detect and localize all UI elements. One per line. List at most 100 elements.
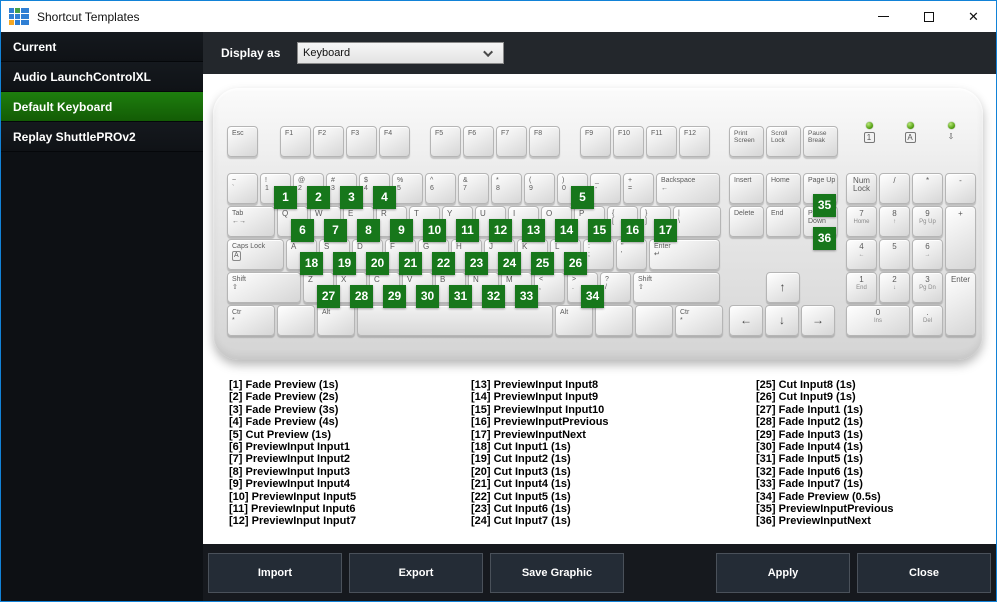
key-v[interactable]: V 30 xyxy=(402,272,439,308)
key-f9[interactable]: F9 xyxy=(580,126,611,157)
key-r[interactable]: R9 xyxy=(376,206,413,242)
key-esc[interactable]: Esc xyxy=(227,126,258,157)
key-c[interactable]: C 29 xyxy=(369,272,406,308)
key-insert[interactable]: Insert xyxy=(729,173,764,204)
key-s[interactable]: S 19 xyxy=(319,239,356,275)
key-5[interactable]: 5 xyxy=(879,239,910,270)
key-u[interactable]: U 12 xyxy=(475,206,512,242)
key-f1[interactable]: F1 xyxy=(280,126,311,157)
key-z[interactable]: Z 27 xyxy=(303,272,340,308)
key-tab[interactable]: Tab ←→ xyxy=(227,206,275,237)
export-button[interactable]: Export xyxy=(349,552,483,593)
key-blank[interactable]: ? / xyxy=(600,272,631,303)
key-6[interactable]: 6 → xyxy=(912,239,943,270)
key-blank[interactable] xyxy=(635,305,673,336)
key-k[interactable]: K 25 xyxy=(517,239,554,275)
minimize-button[interactable] xyxy=(861,1,906,32)
key-a[interactable]: A 18 xyxy=(286,239,323,275)
key-blank[interactable]: " ' xyxy=(616,239,647,270)
key-blank[interactable]: + = xyxy=(623,173,654,204)
key-f6[interactable]: F6 xyxy=(463,126,494,157)
key-blank[interactable]: :; xyxy=(583,239,614,270)
key-2[interactable]: 2 ↓ xyxy=(879,272,910,303)
key-y[interactable]: Y 11 xyxy=(442,206,479,242)
key-blank[interactable]: <, xyxy=(534,272,565,303)
key-shift[interactable]: Shift ⇧ xyxy=(633,272,720,303)
save-graphic-button[interactable]: Save Graphic xyxy=(490,552,624,593)
key-blank[interactable]: >. 34 xyxy=(567,272,604,308)
key-blank[interactable]: | \ xyxy=(673,206,721,237)
key-ctr[interactable]: Ctr * xyxy=(675,305,723,336)
key-f11[interactable]: F11 xyxy=(646,126,677,157)
key-7[interactable]: 7 Home xyxy=(846,206,877,237)
key-shift[interactable]: Shift ⇧ xyxy=(227,272,301,303)
key-f12[interactable]: F12 xyxy=(679,126,710,157)
key-8[interactable]: * 8 xyxy=(491,173,522,204)
key-3[interactable]: #3 3 xyxy=(326,173,363,209)
close-button[interactable]: Close xyxy=(857,552,991,593)
key-h[interactable]: H 23 xyxy=(451,239,488,275)
key-8[interactable]: 8 ↑ xyxy=(879,206,910,237)
key-4[interactable]: 4 ← xyxy=(846,239,877,270)
key-f8[interactable]: F8 xyxy=(529,126,560,157)
key-pause-break[interactable]: Pause Break xyxy=(803,126,838,157)
key-blank[interactable]: + xyxy=(945,206,976,270)
key-f[interactable]: F 21 xyxy=(385,239,422,275)
key-arrow-right[interactable]: → xyxy=(801,305,835,336)
key-l[interactable]: L 26 xyxy=(550,239,587,275)
key-alt[interactable]: Alt xyxy=(317,305,355,336)
key-blank[interactable]: * xyxy=(912,173,943,204)
key-arrow-left[interactable]: ← xyxy=(729,305,763,336)
key-scroll-lock[interactable]: Scroll Lock xyxy=(766,126,801,157)
key-ctr[interactable]: Ctr * xyxy=(227,305,275,336)
close-button[interactable]: ✕ xyxy=(951,1,996,32)
key-page-up[interactable]: Page Up 35 xyxy=(803,173,838,217)
apply-button[interactable]: Apply xyxy=(716,552,850,593)
key-f3[interactable]: F3 xyxy=(346,126,377,157)
key-alt[interactable]: Alt xyxy=(555,305,593,336)
key-5[interactable]: % 5 xyxy=(392,173,423,204)
key-f4[interactable]: F4 xyxy=(379,126,410,157)
key-arrow-down[interactable]: ↓ xyxy=(765,305,799,336)
key-blank[interactable]: / xyxy=(879,173,910,204)
key-enter[interactable]: Enter ↵ xyxy=(649,239,720,270)
key-3[interactable]: 3 Pg Dn xyxy=(912,272,943,303)
key-arrow-up[interactable]: ↑ xyxy=(765,272,800,303)
key-blank[interactable]: - xyxy=(945,173,976,204)
key-0[interactable]: ) 0 5 xyxy=(557,173,594,209)
key-home[interactable]: Home xyxy=(766,173,801,204)
key-o[interactable]: O 14 xyxy=(541,206,578,242)
key-end[interactable]: End xyxy=(766,206,801,237)
key-n[interactable]: N 32 xyxy=(468,272,505,308)
key-f2[interactable]: F2 xyxy=(313,126,344,157)
key-1[interactable]: 1 End xyxy=(846,272,877,303)
key-blank[interactable]: . Del xyxy=(912,305,943,336)
sidebar-item-replay-shuttleprov2[interactable]: Replay ShuttlePROv2 xyxy=(1,122,203,152)
import-button[interactable]: Import xyxy=(208,552,342,593)
key-w[interactable]: W7 xyxy=(310,206,347,242)
display-as-dropdown[interactable]: Keyboard xyxy=(297,42,504,64)
key-num-lock[interactable]: Num Lock xyxy=(846,173,877,204)
key-1[interactable]: ! 1 1 xyxy=(260,173,297,209)
key-9[interactable]: (9 xyxy=(524,173,555,204)
key-b[interactable]: B 31 xyxy=(435,272,472,308)
key-7[interactable]: & 7 xyxy=(458,173,489,204)
maximize-button[interactable] xyxy=(906,1,951,32)
sidebar-item-default-keyboard[interactable]: Default Keyboard xyxy=(1,92,203,122)
key-f10[interactable]: F10 xyxy=(613,126,644,157)
key-p[interactable]: P 15 xyxy=(574,206,611,242)
key-e[interactable]: E8 xyxy=(343,206,380,242)
key-4[interactable]: $4 4 xyxy=(359,173,396,209)
key-x[interactable]: X 28 xyxy=(336,272,373,308)
key-blank[interactable]: ~ ` xyxy=(227,173,258,204)
key-blank[interactable]: }] 17 xyxy=(640,206,677,242)
key-q[interactable]: Q6 xyxy=(277,206,314,242)
key-caps-lock[interactable]: Caps Lock A xyxy=(227,239,284,270)
key-0[interactable]: 0 Ins xyxy=(846,305,910,336)
key-backspace[interactable]: Backspace ← xyxy=(656,173,720,204)
key-t[interactable]: T 10 xyxy=(409,206,446,242)
key-blank[interactable] xyxy=(277,305,315,336)
key-blank[interactable] xyxy=(357,305,553,336)
key-j[interactable]: J 24 xyxy=(484,239,521,275)
key-2[interactable]: @2 2 xyxy=(293,173,330,209)
